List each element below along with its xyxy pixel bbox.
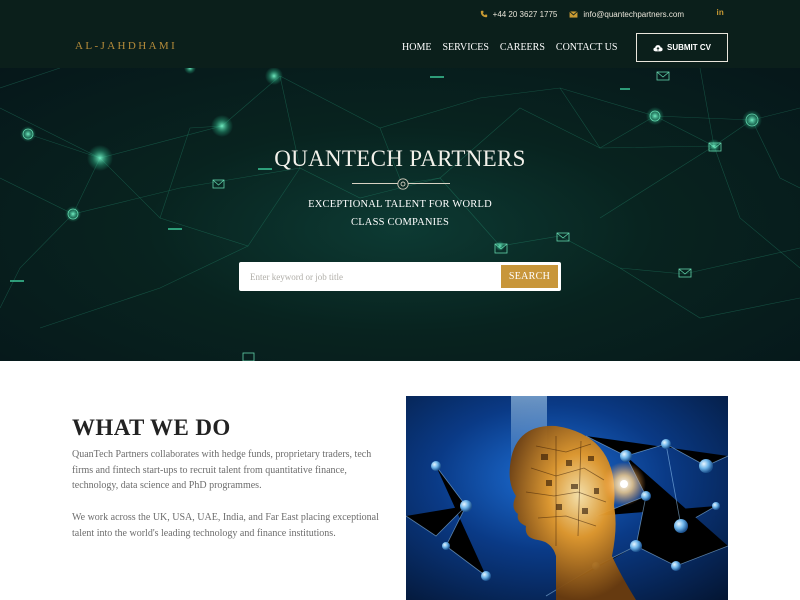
submit-cv-button[interactable]: SUBMIT CV: [636, 33, 728, 62]
email-contact[interactable]: info@quantechpartners.com: [569, 10, 684, 19]
hero-banner: QUANTECH PARTNERS EXCEPTIONAL TALENT FOR…: [0, 68, 800, 361]
hero-subtitle-line-1: EXCEPTIONAL TALENT FOR WORLD: [308, 199, 492, 210]
nav-contact-us[interactable]: CONTACT US: [556, 42, 618, 53]
cloud-upload-icon: [653, 44, 663, 51]
phone-number: +44 20 3627 1775: [492, 9, 558, 19]
envelope-icon: [569, 10, 579, 18]
at-sign-icon: [397, 178, 409, 190]
phone-contact[interactable]: +44 20 3627 1775: [480, 9, 558, 19]
what-we-do-paragraph-1: QuanTech Partners collaborates with hedg…: [72, 449, 372, 491]
what-we-do-title: WHAT WE DO: [72, 415, 231, 440]
what-we-do-paragraph-2: We work across the UK, USA, UAE, India, …: [72, 512, 379, 539]
email-address: info@quantechpartners.com: [583, 9, 684, 19]
job-search-bar: SEARCH: [239, 262, 561, 291]
what-we-do-section: WHAT WE DO QuanTech Partners collaborate…: [0, 361, 800, 600]
job-search-input[interactable]: [250, 262, 500, 291]
search-button[interactable]: SEARCH: [501, 265, 558, 288]
main-nav: HOME SERVICES CAREERS CONTACT US: [402, 42, 617, 53]
linkedin-icon[interactable]: in: [716, 8, 724, 17]
contact-bar: +44 20 3627 1775 info@quantechpartners.c…: [480, 7, 684, 21]
site-logo[interactable]: AL-JAHDHAMI: [75, 40, 177, 52]
ai-head-image: [406, 396, 728, 600]
hero-subtitle: EXCEPTIONAL TALENT FOR WORLD CLASS COMPA…: [0, 196, 800, 232]
nav-services[interactable]: SERVICES: [442, 42, 488, 53]
submit-cv-label: SUBMIT CV: [667, 43, 711, 52]
phone-icon: [480, 10, 487, 18]
hero-subtitle-line-2: CLASS COMPANIES: [350, 217, 450, 228]
site-header: +44 20 3627 1775 info@quantechpartners.c…: [0, 0, 800, 68]
nav-home[interactable]: HOME: [402, 42, 431, 53]
nav-careers[interactable]: CAREERS: [500, 42, 545, 53]
hero-title: QUANTECH PARTNERS: [274, 146, 526, 171]
